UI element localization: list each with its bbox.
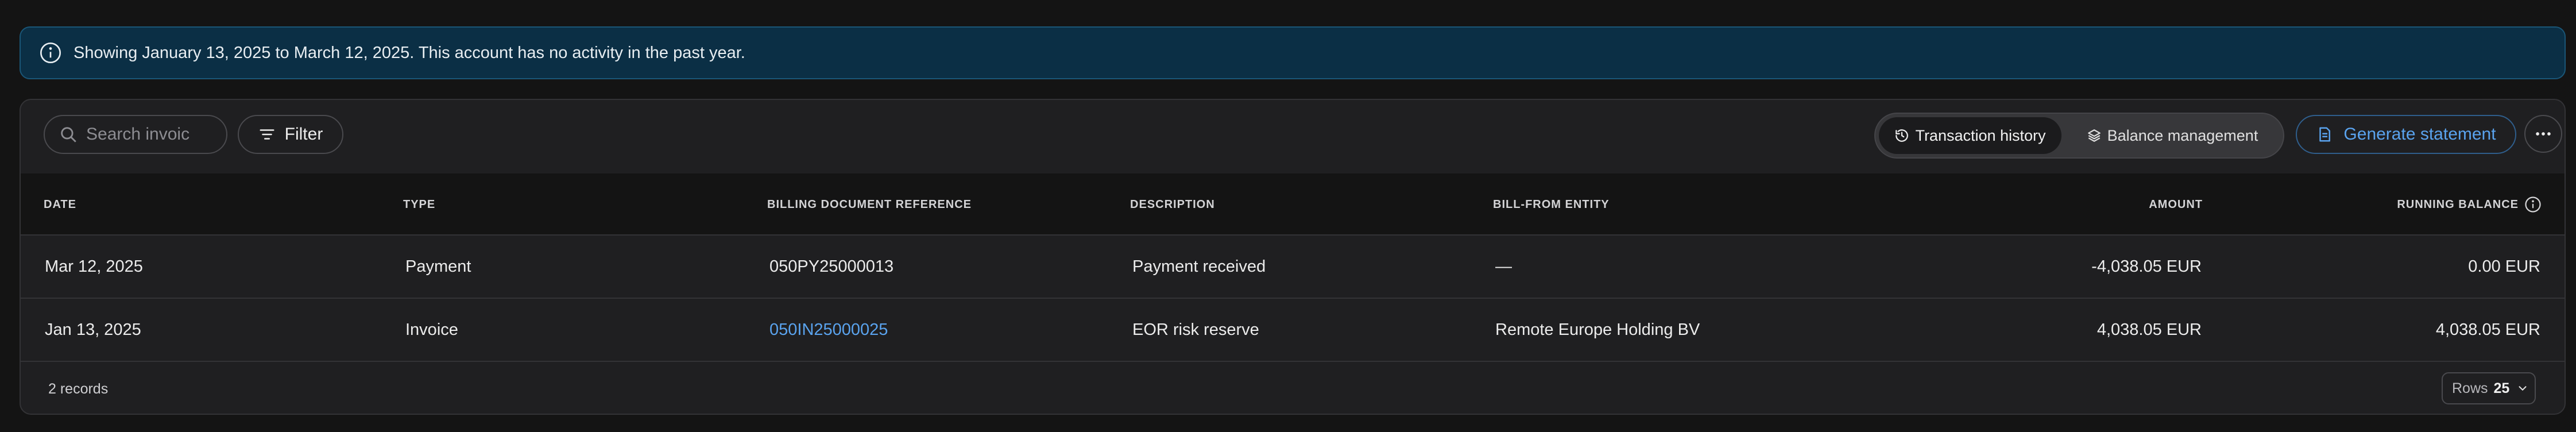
- records-count: 2 records: [48, 380, 109, 397]
- cell-reference: 050PY25000013: [769, 257, 894, 276]
- cell-amount: 4,038.05 EUR: [2097, 320, 2202, 339]
- info-banner: Showing January 13, 2025 to March 12, 20…: [20, 26, 2566, 79]
- column-header-date[interactable]: DATE: [44, 173, 76, 236]
- rows-value: 25: [2493, 380, 2510, 396]
- transactions-panel: Filter Transaction history Balance manag…: [20, 99, 2566, 415]
- cell-date: Jan 13, 2025: [45, 320, 141, 339]
- search-input[interactable]: [86, 125, 218, 144]
- info-icon[interactable]: [2524, 196, 2542, 213]
- table-header: DATE TYPE BILLING DOCUMENT REFERENCE DES…: [21, 173, 2565, 236]
- filter-icon: [260, 129, 274, 140]
- column-header-type[interactable]: TYPE: [403, 173, 435, 236]
- cell-balance: 4,038.05 EUR: [2435, 320, 2540, 339]
- table-footer: 2 records Rows 25: [21, 362, 2565, 414]
- layers-icon: [2087, 129, 2101, 142]
- cell-entity: —: [1495, 257, 1512, 276]
- toolbar: Filter Transaction history Balance manag…: [21, 100, 2565, 173]
- filter-button[interactable]: Filter: [238, 115, 343, 154]
- cell-type: Payment: [405, 257, 471, 276]
- chevron-down-icon: [2519, 386, 2527, 391]
- tab-balance-management[interactable]: Balance management: [2065, 117, 2280, 154]
- tab-transaction-history-label: Transaction history: [1915, 126, 2046, 144]
- column-header-running-balance[interactable]: RUNNING BALANCE: [2260, 173, 2542, 236]
- filter-label: Filter: [284, 125, 323, 144]
- cell-type: Invoice: [405, 320, 458, 339]
- table-row[interactable]: Jan 13, 2025 Invoice 050IN25000025 EOR r…: [21, 299, 2565, 362]
- info-icon: [39, 41, 62, 64]
- cell-entity: Remote Europe Holding BV: [1495, 320, 1700, 339]
- cell-description: Payment received: [1132, 257, 1266, 276]
- tab-balance-management-label: Balance management: [2107, 126, 2258, 144]
- generate-statement-label: Generate statement: [2343, 125, 2496, 144]
- column-header-reference[interactable]: BILLING DOCUMENT REFERENCE: [767, 173, 972, 236]
- generate-statement-button[interactable]: Generate statement: [2296, 115, 2516, 154]
- cell-amount: -4,038.05 EUR: [2091, 257, 2202, 276]
- column-header-amount[interactable]: AMOUNT: [1973, 173, 2203, 236]
- column-header-entity[interactable]: BILL-FROM ENTITY: [1493, 173, 1610, 236]
- banner-text: Showing January 13, 2025 to March 12, 20…: [74, 43, 745, 62]
- column-header-running-balance-label: RUNNING BALANCE: [2397, 198, 2519, 211]
- search-icon: [61, 127, 76, 142]
- more-horizontal-icon: [2536, 132, 2551, 136]
- search-box[interactable]: [44, 115, 227, 154]
- rows-label: Rows: [2452, 380, 2488, 396]
- history-icon: [1896, 129, 1909, 142]
- more-options-button[interactable]: [2524, 115, 2562, 153]
- cell-date: Mar 12, 2025: [45, 257, 143, 276]
- cell-reference-link[interactable]: 050IN25000025: [769, 299, 888, 361]
- document-icon: [2319, 127, 2331, 142]
- cell-balance: 0.00 EUR: [2468, 257, 2540, 276]
- rows-per-page-select[interactable]: Rows 25: [2442, 372, 2536, 404]
- cell-description: EOR risk reserve: [1132, 320, 1259, 339]
- column-header-description[interactable]: DESCRIPTION: [1130, 173, 1215, 236]
- tab-transaction-history[interactable]: Transaction history: [1879, 117, 2061, 154]
- view-toggle: Transaction history Balance management: [1874, 113, 2284, 159]
- table-row[interactable]: Mar 12, 2025 Payment 050PY25000013 Payme…: [21, 236, 2565, 299]
